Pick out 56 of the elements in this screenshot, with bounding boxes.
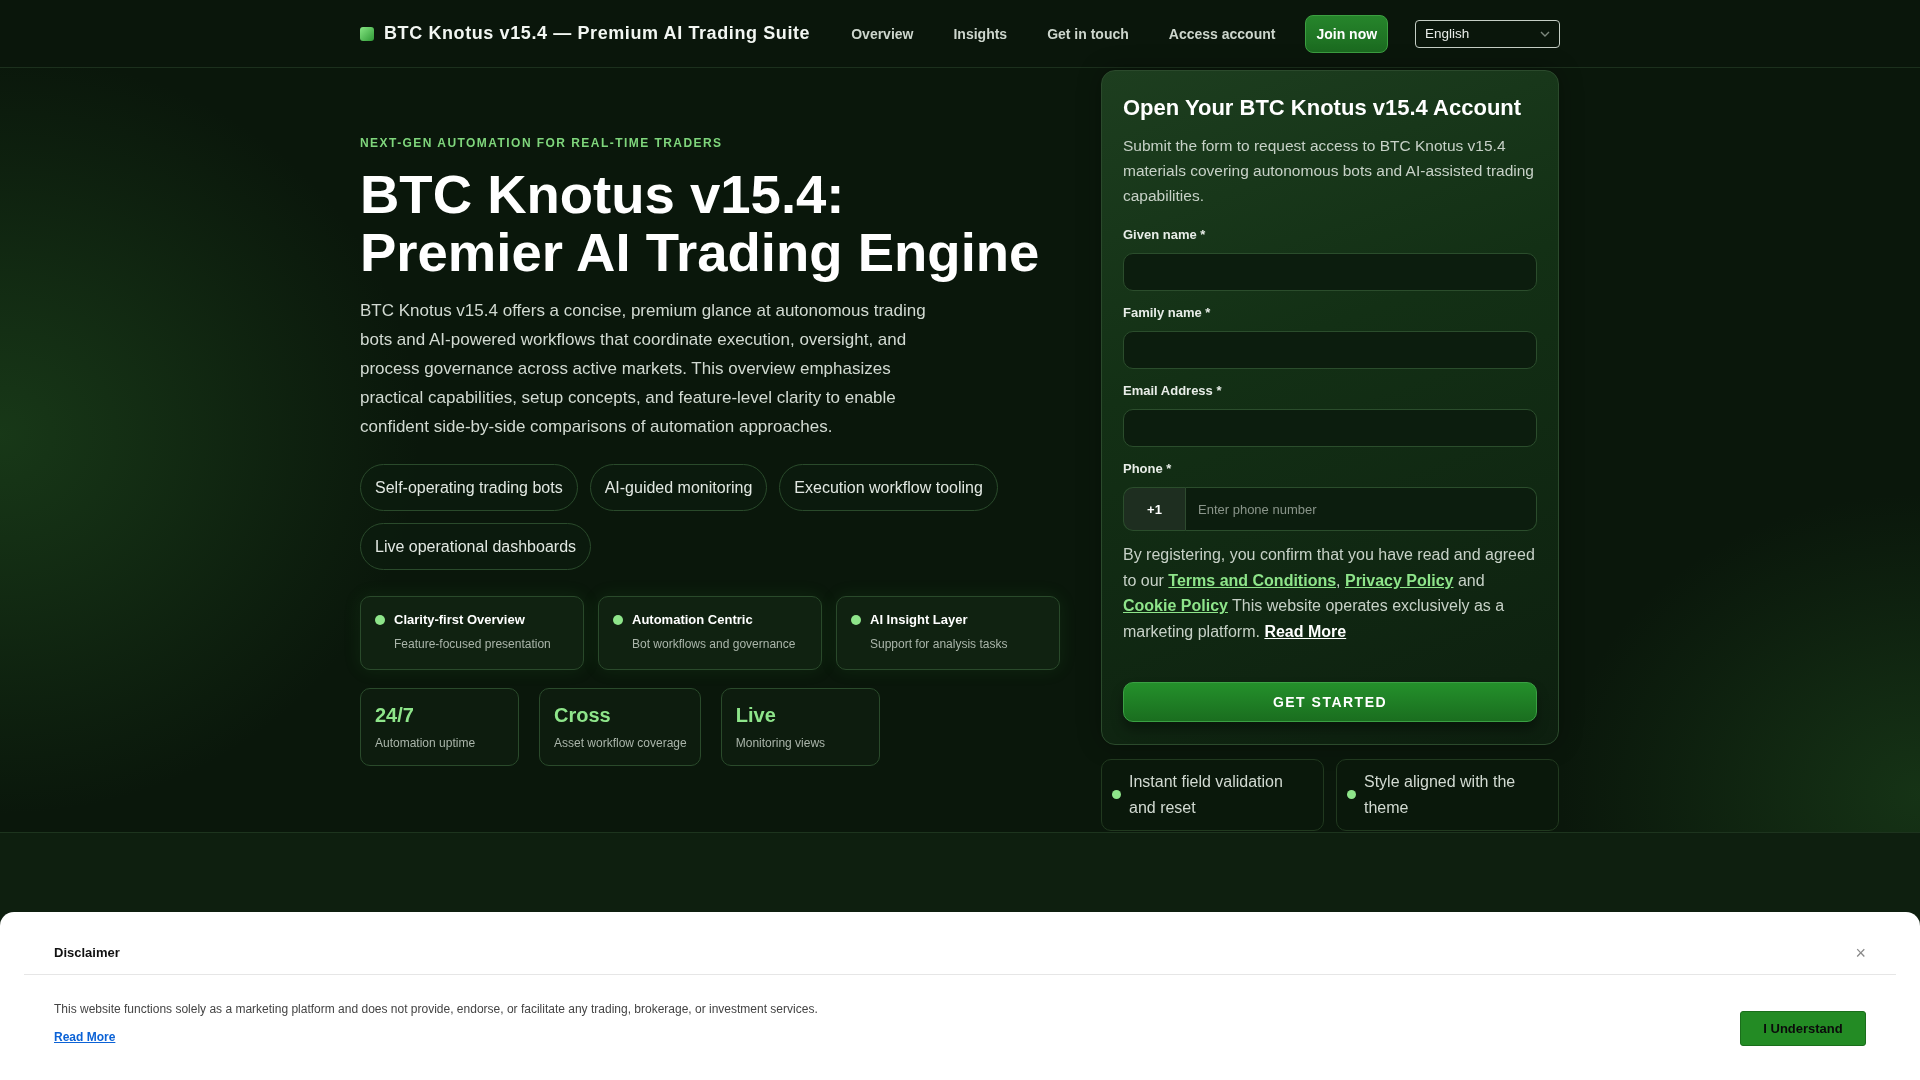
- chevron-down-icon: [1540, 30, 1550, 37]
- stat-value: Cross: [554, 703, 612, 727]
- disclaimer-title: Disclaimer: [54, 945, 120, 961]
- stat-label: Automation uptime: [375, 735, 477, 751]
- highlight-text: Instant field validation and reset: [1129, 771, 1284, 818]
- topic-tag: AI-guided monitoring: [589, 464, 768, 511]
- hero-title: BTC Knotus v15.4: Premier AI Trading Engine: [360, 166, 1041, 282]
- topic-tag: Live operational dashboards: [360, 523, 592, 570]
- stat-label: Asset workflow coverage: [554, 735, 687, 751]
- phone-field[interactable]: Enter phone number: [1186, 487, 1537, 531]
- logo-icon: [360, 26, 374, 41]
- feature-subtitle: Feature-focused presentation: [394, 636, 551, 652]
- understand-button[interactable]: I Understand: [1740, 1011, 1866, 1046]
- stat-value: Live: [735, 703, 777, 727]
- stat-label: Monitoring views: [735, 735, 827, 751]
- nav-link[interactable]: Access account: [1168, 25, 1276, 42]
- topic-tag: Execution workflow tooling: [779, 464, 998, 511]
- field-label: Phone *: [1123, 461, 1173, 477]
- feature-subtitle: Bot workflows and governance: [632, 636, 796, 652]
- join-button[interactable]: Join now: [1305, 14, 1389, 53]
- close-button[interactable]: ×: [1855, 945, 1866, 961]
- brand-title: BTC Knotus v15.4 — Premium AI Trading Suite: [384, 23, 811, 44]
- dot-icon: [375, 615, 385, 625]
- feature-title: Clarity-first Overview: [394, 611, 526, 629]
- dot-icon: [1347, 790, 1356, 800]
- read-more-link[interactable]: Read More: [1264, 623, 1347, 641]
- country-code-prefix[interactable]: +1: [1123, 487, 1186, 531]
- input-field[interactable]: [1123, 409, 1537, 447]
- dot-icon: [1112, 790, 1121, 800]
- highlight-text: Style aligned with the theme: [1364, 771, 1517, 818]
- feature-title: Automation Centric: [632, 611, 754, 629]
- read-more-link[interactable]: Read More: [54, 1029, 116, 1045]
- field-label: Family name *: [1123, 305, 1212, 321]
- field-label: Email Address *: [1123, 383, 1223, 399]
- policy-link[interactable]: Cookie Policy: [1123, 597, 1228, 615]
- input-field[interactable]: [1123, 253, 1537, 291]
- consent-text: By registering, you confirm that you have read and agreed to our Terms and Conditions, Privacy Policy and Cookie Policy This website operates exclusively as a marketing platform. Read More: [1123, 545, 1536, 643]
- stat-value: 24/7: [375, 703, 415, 727]
- topic-tag: Self-operating trading bots: [360, 464, 578, 511]
- dot-icon: [851, 615, 861, 625]
- language-select[interactable]: English: [1415, 19, 1560, 48]
- nav-link[interactable]: Overview: [851, 25, 914, 42]
- input-field[interactable]: [1123, 331, 1537, 369]
- eyebrow-text: NEXT-GEN AUTOMATION FOR REAL-TIME TRADERS: [360, 135, 724, 151]
- feature-subtitle: Support for analysis tasks: [870, 636, 1008, 652]
- form-title: Open Your BTC Knotus v15.4 Account: [1123, 94, 1523, 122]
- dot-icon: [613, 615, 623, 625]
- disclaimer-text: This website functions solely as a marketing platform and does not provide, endorse, or facilitate any trading, brokerage, or investment services.: [54, 1001, 818, 1017]
- hero-description: BTC Knotus v15.4 offers a concise, premium glance at autonomous trading bots and AI-powered workflows that coordinate execution, oversight, and process governance across active markets. This overview emphasizes practical capabilities, setup concepts, and feature-level clarity to enable confident side-by-side comparisons of automation approaches.: [360, 300, 927, 438]
- nav-link[interactable]: Insights: [953, 25, 1008, 42]
- get-started-button[interactable]: GET STARTED: [1123, 681, 1537, 722]
- field-label: Given name *: [1123, 227, 1207, 243]
- nav-link[interactable]: Get in touch: [1047, 25, 1129, 42]
- form-description: Submit the form to request access to BTC Knotus v15.4 materials covering autonomous bots and AI-assisted trading capabilities.: [1123, 136, 1535, 206]
- feature-title: AI Insight Layer: [870, 611, 969, 629]
- policy-link[interactable]: Privacy Policy: [1344, 571, 1454, 589]
